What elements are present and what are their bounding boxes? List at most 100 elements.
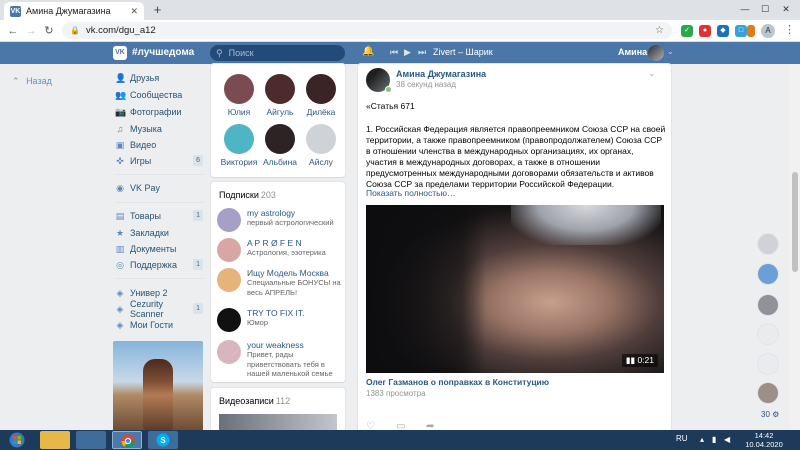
friend-name: Айгуль	[266, 107, 294, 117]
file-explorer-icon[interactable]	[40, 431, 70, 449]
extension-icon[interactable]: ✓	[681, 25, 693, 37]
system-clock[interactable]: 14:42 10.04.2020	[744, 431, 784, 449]
vkpay-icon: ◉	[116, 182, 124, 193]
extension-icon[interactable]: □	[735, 25, 747, 37]
videos-title[interactable]: Видеозаписи 112	[219, 396, 290, 406]
subscription-item[interactable]: A P R Ø F E N Астрология, эзотерика	[217, 238, 341, 272]
profile-avatar[interactable]: A	[761, 24, 775, 38]
post-timestamp[interactable]: 38 секунд назад	[396, 80, 456, 89]
chat-avatar[interactable]	[757, 294, 779, 316]
advertisement-image[interactable]	[113, 341, 203, 431]
sidebar-item[interactable]: ◈ Cezurity Scanner 1	[115, 299, 203, 319]
header-user-name[interactable]: Амина	[618, 47, 647, 57]
header-hashtag[interactable]: #лучшедома	[132, 47, 194, 58]
subscription-item[interactable]: your weakness Привет, рады приветствовать…	[217, 340, 341, 378]
keyboard-language[interactable]: RU	[676, 434, 688, 443]
chat-avatar[interactable]	[757, 233, 779, 255]
divider	[115, 278, 203, 279]
subscriptions-title[interactable]: Подписки 203	[219, 190, 276, 200]
friend-item[interactable]: Айгуль	[260, 74, 300, 117]
sidebar-item[interactable]: ✜ Игры 6	[115, 153, 203, 168]
sidebar-item[interactable]: 👥 Сообщества	[115, 87, 203, 102]
friend-item[interactable]: Альбина	[260, 124, 300, 167]
forward-arrow-icon[interactable]: →	[24, 24, 38, 38]
now-playing-track[interactable]: Zivert – Шарик	[433, 47, 493, 57]
friend-item[interactable]: Виктория	[219, 124, 259, 167]
friend-item[interactable]: Айслу	[301, 124, 341, 167]
browser-menu-icon[interactable]: ⋮	[784, 23, 795, 36]
play-icon[interactable]: ▶	[404, 47, 411, 58]
maximize-button[interactable]: ☐	[757, 2, 773, 16]
sidebar-item[interactable]: ♫ Музыка	[115, 121, 203, 136]
chevron-down-icon[interactable]: ⌄	[667, 47, 674, 56]
chevron-down-icon[interactable]: ⌄	[648, 68, 656, 79]
scrollbar-thumb[interactable]	[792, 172, 798, 272]
sidebar-item-label: VK Pay	[130, 182, 161, 193]
app-icon: ◈	[116, 303, 124, 314]
tab-close-icon[interactable]: ✕	[130, 6, 138, 17]
sidebar-item-count: 1	[193, 259, 203, 270]
subscription-item[interactable]: TRY TO FIX IT. Юмор	[217, 308, 341, 342]
volume-icon[interactable]: ◀	[724, 435, 732, 444]
sidebar-item[interactable]: ▥ Документы	[115, 241, 203, 256]
next-track-icon[interactable]: ⏭	[418, 47, 426, 58]
sidebar-item[interactable]: 👤 Друзья	[115, 70, 203, 85]
video-player[interactable]: ▮▮ 0:21	[366, 205, 664, 373]
extension-icon[interactable]: ●	[699, 25, 711, 37]
chrome-taskbar-icon[interactable]	[112, 431, 142, 449]
browser-toolbar: ← → ↻ 🔒 vk.com/dgu_a12 ☆ ✓ ● ◆ □ A ⋮	[0, 20, 800, 42]
chat-avatar[interactable]	[757, 353, 779, 375]
show-more-link[interactable]: Показать полностью…	[366, 188, 455, 198]
subscription-item[interactable]: my astrology первый астрологический	[217, 208, 341, 242]
sidebar-item-label: Товары	[130, 210, 161, 221]
back-link[interactable]: ⌃ Назад	[12, 76, 52, 87]
tray-up-arrow-icon[interactable]: ▴	[700, 435, 708, 444]
back-arrow-icon[interactable]: ←	[6, 24, 20, 38]
minimize-button[interactable]: —	[737, 2, 753, 16]
subscriptions-count: 203	[260, 190, 276, 200]
friend-name: Дилёка	[306, 107, 336, 117]
sidebar-item[interactable]: ▣ Видео	[115, 137, 203, 152]
friend-item[interactable]: Дилёка	[301, 74, 341, 117]
sidebar-item-label: Друзья	[130, 72, 160, 83]
header-avatar[interactable]	[648, 45, 664, 61]
reload-icon[interactable]: ↻	[42, 24, 56, 38]
address-bar[interactable]: 🔒 vk.com/dgu_a12 ☆	[62, 22, 672, 39]
subscription-description: Привет, рады приветствовать тебя в нашей…	[247, 350, 333, 378]
friend-item[interactable]: Юлия	[219, 74, 259, 117]
search-input[interactable]: ⚲ Поиск	[210, 45, 345, 61]
video-title[interactable]: Олег Газманов о поправках в Конституцию	[366, 377, 549, 387]
vk-logo[interactable]: VK	[113, 46, 127, 60]
close-window-button[interactable]: ✕	[778, 2, 794, 16]
sidebar-item-label: Документы	[130, 243, 177, 254]
video-icon: ▣	[115, 139, 125, 150]
online-count[interactable]: 30 ⚙	[761, 410, 779, 419]
browser-tab[interactable]: VK Амина Джумагазина ✕	[4, 2, 144, 20]
chat-avatar[interactable]	[757, 382, 779, 404]
post-author-name[interactable]: Амина Джумагазина	[396, 69, 486, 79]
windows-start-icon[interactable]	[4, 432, 30, 448]
extension-icon[interactable]: ◆	[717, 25, 729, 37]
notifications-bell-icon[interactable]: 🔔	[362, 46, 374, 57]
new-tab-button[interactable]: +	[150, 3, 165, 18]
chat-avatar[interactable]	[757, 263, 779, 285]
sidebar-item[interactable]: ▤ Товары 1	[115, 208, 203, 223]
skype-icon[interactable]: S	[148, 431, 178, 449]
sidebar-item[interactable]: ◈ Мои Гости	[115, 317, 203, 332]
page-scrollbar[interactable]	[790, 64, 800, 430]
sidebar-item[interactable]: 📷 Фотографии	[115, 104, 203, 119]
subscription-item[interactable]: Ищу Модель Москва Специальные БОНУСЫ на в…	[217, 268, 341, 302]
previous-track-icon[interactable]: ⏮	[390, 47, 398, 58]
sidebar-item[interactable]: ◉ VK Pay	[115, 180, 203, 195]
community-icon: 👥	[115, 89, 127, 100]
extension-icon[interactable]	[747, 25, 755, 37]
friends-card: Юлия Айгуль Дилёка Виктория Альбина Айслу	[211, 64, 345, 177]
chat-avatar[interactable]	[757, 323, 779, 345]
media-player-icon[interactable]	[76, 431, 106, 449]
network-icon[interactable]: ▮	[712, 435, 720, 444]
sidebar-item[interactable]: ★ Закладки	[115, 225, 203, 240]
sidebar-item[interactable]: ◎ Поддержка 1	[115, 257, 203, 272]
back-label: Назад	[26, 76, 52, 86]
url-text: vk.com/dgu_a12	[85, 25, 156, 36]
bookmark-star-icon[interactable]: ☆	[655, 25, 664, 36]
